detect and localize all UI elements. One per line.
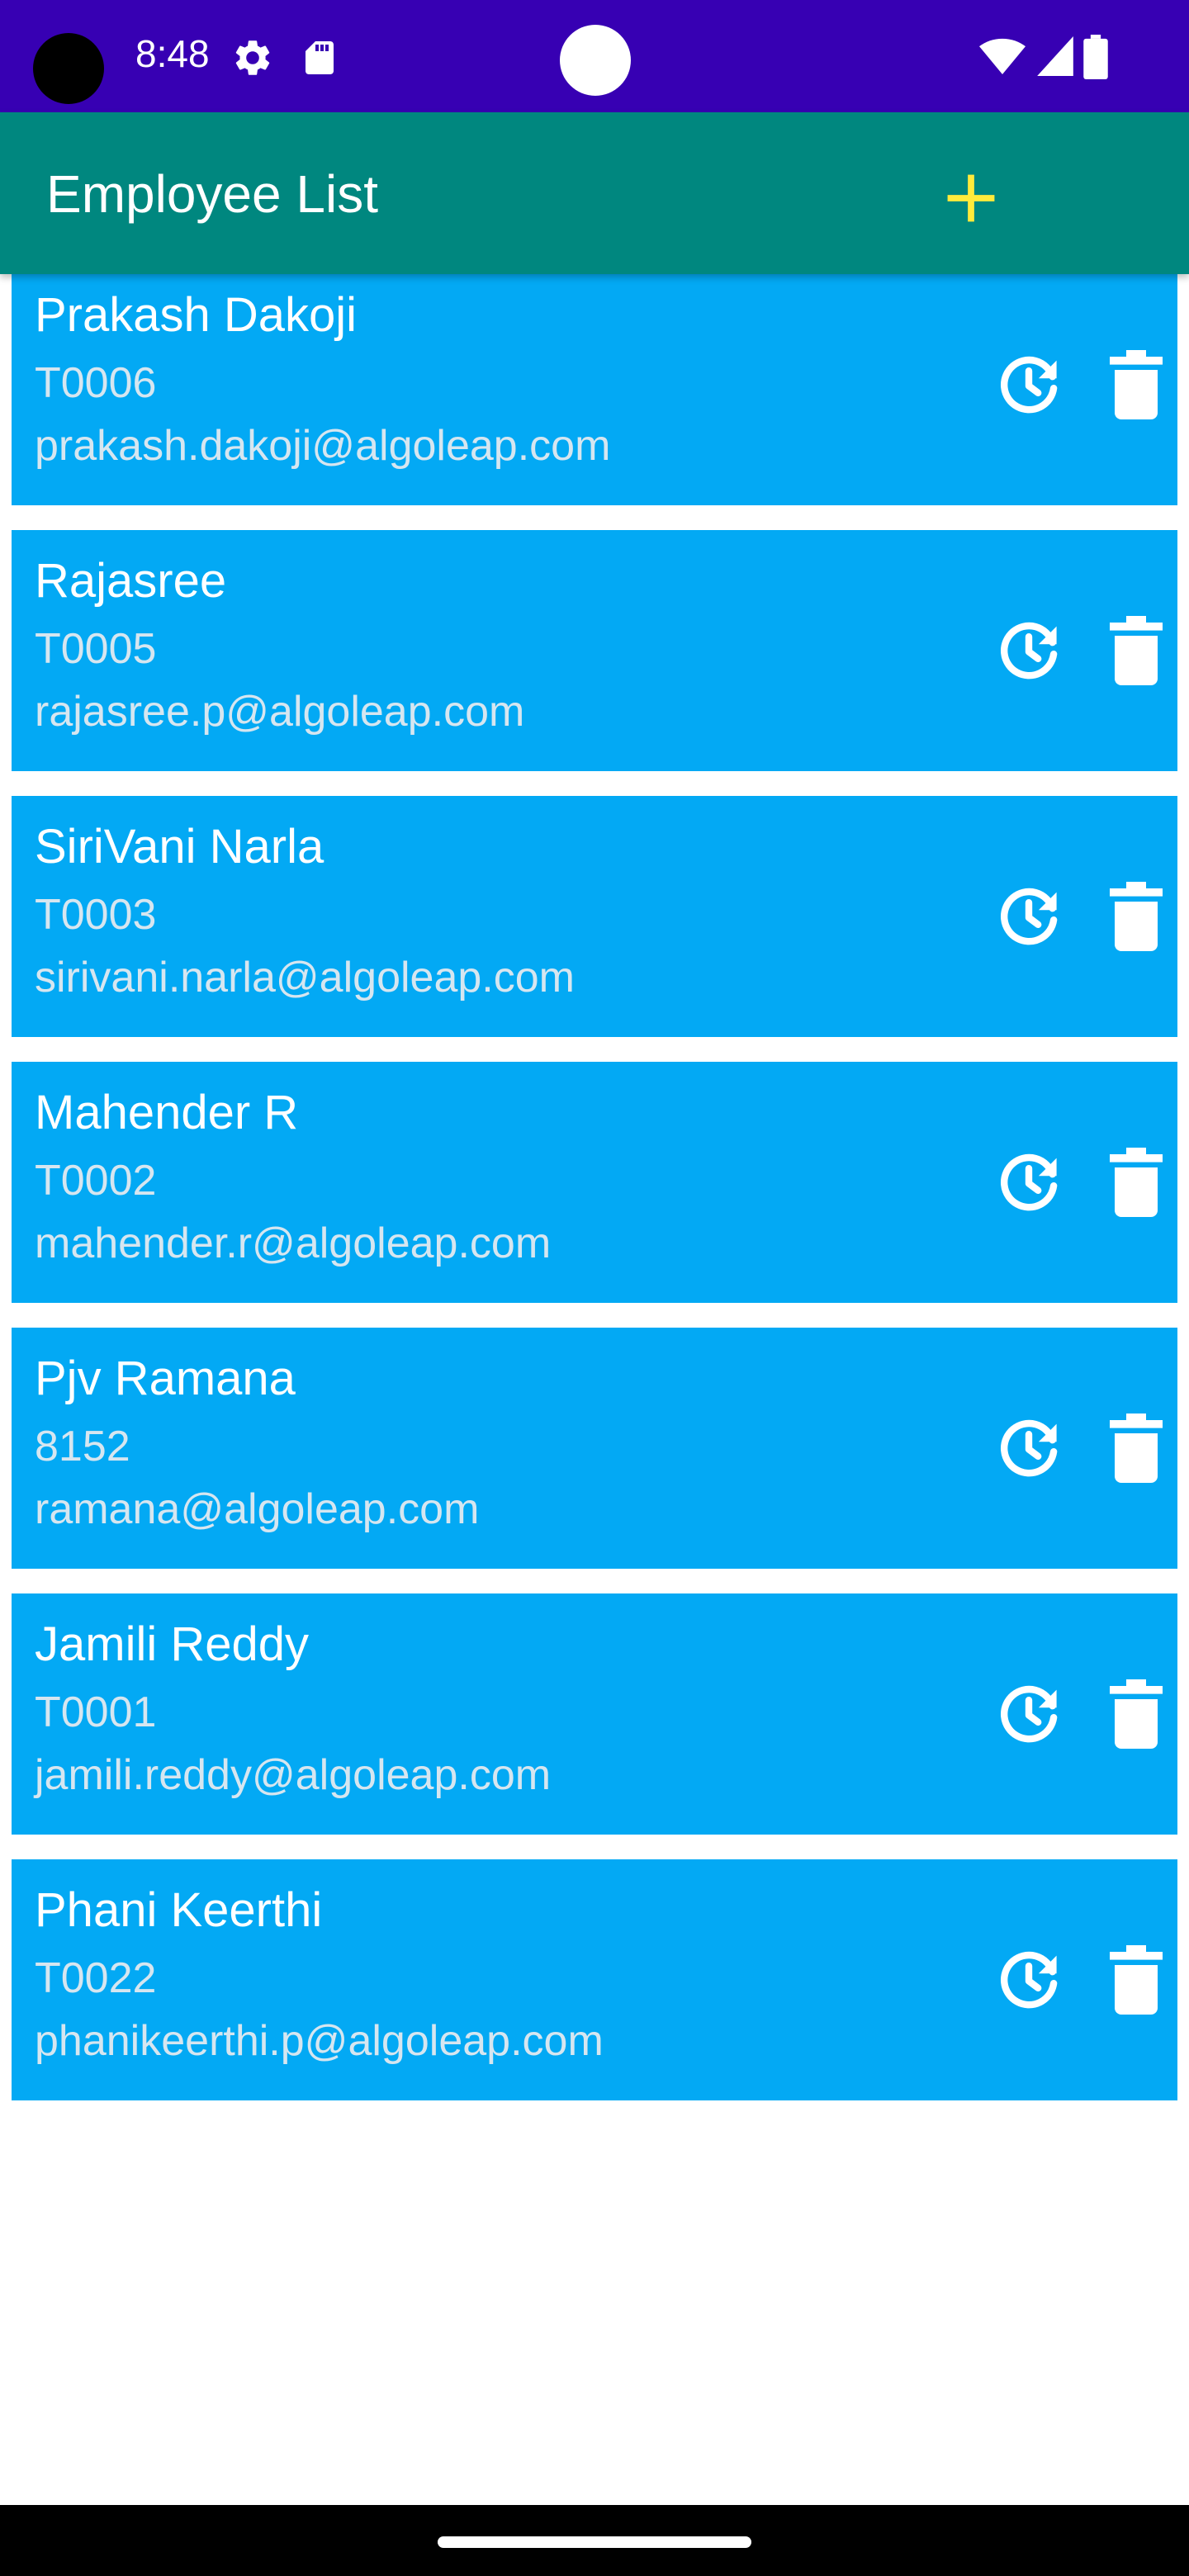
status-bar: 8:48 (0, 0, 1189, 112)
history-button[interactable] (988, 343, 1070, 426)
home-gesture-handle[interactable] (438, 2536, 751, 2548)
employee-name: Jamili Reddy (35, 1617, 309, 1671)
employee-email: mahender.r@algoleap.com (35, 1219, 552, 1267)
status-time: 8:48 (135, 32, 210, 75)
history-icon (1000, 1685, 1058, 1743)
history-icon (1000, 622, 1058, 680)
history-button[interactable] (988, 609, 1070, 692)
employee-email: jamili.reddy@algoleap.com (35, 1751, 552, 1799)
delete-button[interactable] (1101, 1141, 1171, 1224)
employee-name: SiriVani Narla (35, 820, 324, 874)
employee-card[interactable]: SiriVani Narla T0003 sirivani.narla@algo… (12, 796, 1177, 1037)
employee-id: 8152 (35, 1423, 130, 1470)
history-button[interactable] (988, 875, 1070, 958)
employee-email: ramana@algoleap.com (35, 1485, 480, 1533)
gear-icon (231, 36, 274, 83)
history-icon (1000, 888, 1058, 945)
history-icon (1000, 1419, 1058, 1477)
history-icon (1000, 356, 1058, 414)
delete-button[interactable] (1101, 1673, 1171, 1755)
trash-icon (1110, 882, 1163, 951)
employee-name: Phani Keerthi (35, 1883, 323, 1937)
history-icon (1000, 1153, 1058, 1211)
trash-icon (1110, 616, 1163, 685)
trash-icon (1110, 1945, 1163, 2015)
wifi-icon (979, 36, 1026, 82)
employee-email: phanikeerthi.p@algoleap.com (35, 2017, 604, 2065)
trash-icon (1110, 350, 1163, 419)
employee-email: prakash.dakoji@algoleap.com (35, 422, 611, 470)
page-title: Employee List (46, 164, 378, 224)
employee-card[interactable]: Phani Keerthi T0022 phanikeerthi.p@algol… (12, 1859, 1177, 2100)
employee-id: T0002 (35, 1157, 157, 1205)
signal-icon (1037, 36, 1073, 80)
employee-card[interactable]: Rajasree T0005 rajasree.p@algoleap.com (12, 530, 1177, 771)
delete-button[interactable] (1101, 875, 1171, 958)
employee-name: Pjv Ramana (35, 1352, 296, 1405)
employee-card[interactable]: Jamili Reddy T0001 jamili.reddy@algoleap… (12, 1593, 1177, 1835)
delete-button[interactable] (1101, 1939, 1171, 2021)
notch-indicator (560, 25, 631, 96)
trash-icon (1110, 1413, 1163, 1483)
employee-name: Rajasree (35, 554, 227, 608)
employee-name: Mahender R (35, 1086, 299, 1139)
navigation-bar (0, 2505, 1189, 2576)
employee-id: T0022 (35, 1954, 157, 2002)
employee-name: Prakash Dakoji (35, 288, 358, 342)
history-button[interactable] (988, 1673, 1070, 1755)
employee-id: T0001 (35, 1688, 157, 1736)
history-icon (1000, 1951, 1058, 2009)
app-bar: Employee List (0, 112, 1189, 274)
employee-id: T0005 (35, 625, 157, 673)
trash-icon (1110, 1148, 1163, 1217)
delete-button[interactable] (1101, 609, 1171, 692)
plus-icon (947, 174, 995, 222)
employee-id: T0006 (35, 359, 157, 407)
camera-cutout (33, 33, 104, 104)
employee-email: sirivani.narla@algoleap.com (35, 954, 575, 1002)
trash-icon (1110, 1679, 1163, 1749)
employee-card[interactable]: Prakash Dakoji T0006 prakash.dakoji@algo… (12, 274, 1177, 505)
add-employee-button[interactable] (930, 157, 1012, 239)
employee-email: rajasree.p@algoleap.com (35, 688, 525, 736)
employee-card[interactable]: Pjv Ramana 8152 ramana@algoleap.com (12, 1328, 1177, 1569)
battery-icon (1083, 35, 1108, 83)
employee-list[interactable]: Prakash Dakoji T0006 prakash.dakoji@algo… (0, 274, 1189, 2503)
employee-card[interactable]: Mahender R T0002 mahender.r@algoleap.com (12, 1062, 1177, 1303)
history-button[interactable] (988, 1939, 1070, 2021)
sd-card-icon (301, 38, 337, 82)
employee-id: T0003 (35, 891, 157, 939)
delete-button[interactable] (1101, 1407, 1171, 1489)
history-button[interactable] (988, 1407, 1070, 1489)
delete-button[interactable] (1101, 343, 1171, 426)
history-button[interactable] (988, 1141, 1070, 1224)
